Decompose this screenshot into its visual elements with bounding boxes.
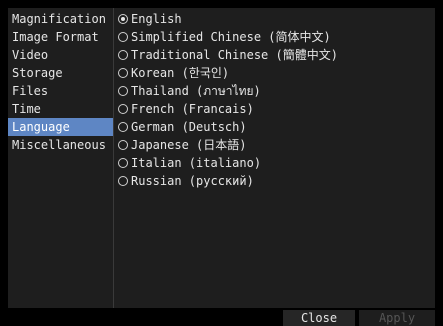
language-option-japanese[interactable]: Japanese (日本語): [114, 136, 435, 154]
language-option-label: Italian (italiano): [131, 156, 262, 170]
close-button[interactable]: Close: [283, 310, 355, 326]
sidebar-item-language[interactable]: Language: [8, 118, 113, 136]
radio-unchecked-icon: [118, 122, 128, 132]
language-option-english[interactable]: English: [114, 10, 435, 28]
apply-button[interactable]: Apply: [359, 310, 435, 326]
language-option-french[interactable]: French (Francais): [114, 100, 435, 118]
language-option-label: Simplified Chinese (简体中文): [131, 30, 331, 44]
radio-unchecked-icon: [118, 158, 128, 168]
language-option-german[interactable]: German (Deutsch): [114, 118, 435, 136]
radio-unchecked-icon: [118, 140, 128, 150]
sidebar-item-magnification[interactable]: Magnification: [8, 10, 113, 28]
language-option-label: German (Deutsch): [131, 120, 247, 134]
sidebar-item-video[interactable]: Video: [8, 46, 113, 64]
settings-sidebar: Magnification Image Format Video Storage…: [8, 8, 114, 308]
language-option-label: Korean (한국인): [131, 66, 230, 80]
sidebar-item-files[interactable]: Files: [8, 82, 113, 100]
sidebar-item-time[interactable]: Time: [8, 100, 113, 118]
radio-unchecked-icon: [118, 68, 128, 78]
dialog-footer: Close Apply: [8, 310, 435, 326]
language-option-label: Thailand (ภาษาไทย): [131, 84, 261, 98]
settings-window: Magnification Image Format Video Storage…: [0, 0, 443, 326]
radio-unchecked-icon: [118, 86, 128, 96]
radio-unchecked-icon: [118, 176, 128, 186]
sidebar-item-image-format[interactable]: Image Format: [8, 28, 113, 46]
language-option-korean[interactable]: Korean (한국인): [114, 64, 435, 82]
language-option-label: Traditional Chinese (簡體中文): [131, 48, 338, 62]
sidebar-item-storage[interactable]: Storage: [8, 64, 113, 82]
language-panel: English Simplified Chinese (简体中文) Tradit…: [114, 8, 435, 308]
language-option-traditional-chinese[interactable]: Traditional Chinese (簡體中文): [114, 46, 435, 64]
sidebar-item-miscellaneous[interactable]: Miscellaneous: [8, 136, 113, 154]
language-option-italian[interactable]: Italian (italiano): [114, 154, 435, 172]
language-option-label: Russian (русский): [131, 174, 254, 188]
language-option-label: Japanese (日本語): [131, 138, 247, 152]
language-option-simplified-chinese[interactable]: Simplified Chinese (简体中文): [114, 28, 435, 46]
radio-unchecked-icon: [118, 50, 128, 60]
language-option-thailand[interactable]: Thailand (ภาษาไทย): [114, 82, 435, 100]
radio-unchecked-icon: [118, 32, 128, 42]
language-option-russian[interactable]: Russian (русский): [114, 172, 435, 190]
radio-checked-icon: [118, 14, 128, 24]
language-option-label: French (Francais): [131, 102, 254, 116]
language-option-label: English: [131, 12, 182, 26]
radio-unchecked-icon: [118, 104, 128, 114]
